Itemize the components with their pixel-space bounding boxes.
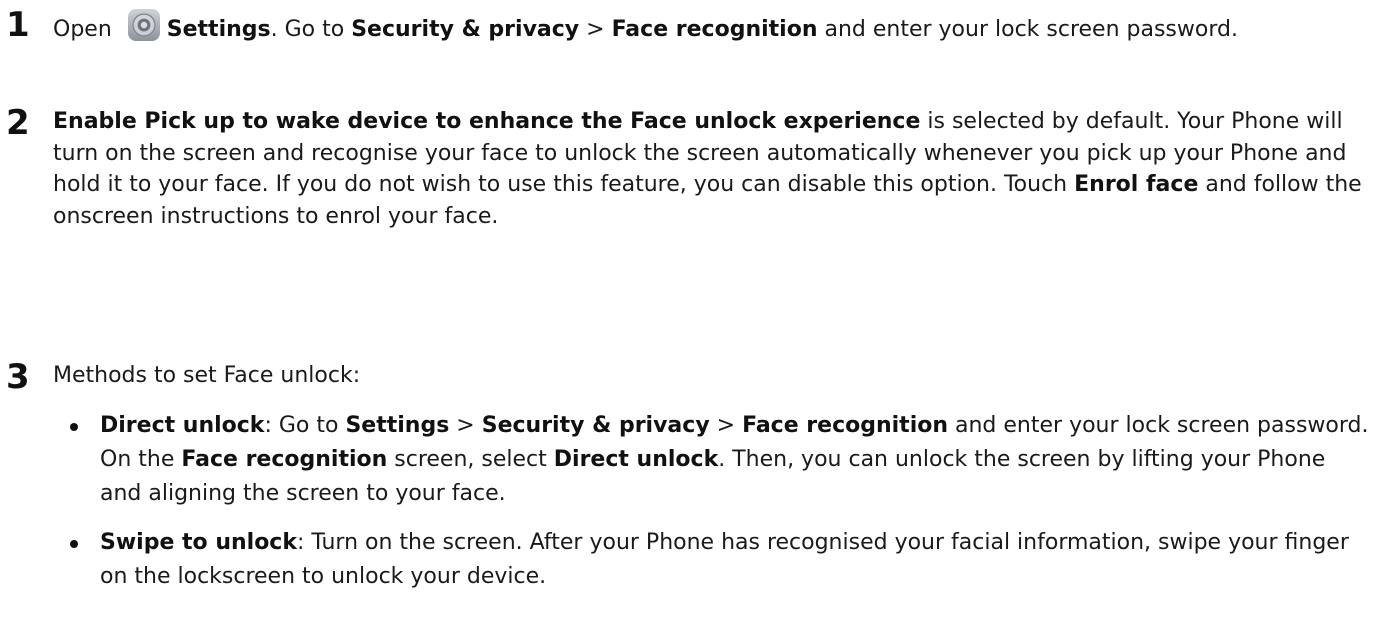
bold-term: Direct unlock [100,413,265,438]
bullet-text: Swipe to unlock: Turn on the screen. Aft… [100,526,1370,594]
step-number: 2 [6,103,30,143]
settings-icon [127,8,161,42]
step-number: 3 [6,357,30,397]
bullet-dot [70,540,78,548]
bold-term: Settings [345,413,450,438]
bold-term: Enable Pick up to wake device to enhance… [53,109,921,134]
text-run: > [449,413,482,438]
step-text: Methods to set Face unlock: [53,360,1370,392]
text-run: . Go to [270,17,352,42]
text-run: screen, select [387,447,554,472]
bullet-dot [70,423,78,431]
text-run: > [579,17,612,42]
text-run: Methods to set Face unlock: [53,363,361,388]
bold-term: Enrol face [1074,172,1199,197]
bold-term: Security & privacy [481,413,710,438]
text-run: and enter your lock screen password. [817,17,1238,42]
bold-term: Face recognition [181,447,388,472]
bold-term: Face recognition [742,413,949,438]
bullet-text: Direct unlock: Go to Settings > Security… [100,409,1370,511]
step-text: Open Settings. Go to Security & privacy … [53,8,1370,46]
text-run: : Go to [264,413,346,438]
text-run: > [709,413,743,438]
step-text: Enable Pick up to wake device to enhance… [53,106,1370,232]
bold-term: Settings [166,17,271,42]
bold-term: Security & privacy [351,17,580,42]
step-number: 1 [6,5,30,45]
text-run: Open [53,17,119,42]
bold-term: Face recognition [611,17,818,42]
bold-term: Swipe to unlock [100,530,297,555]
bold-term: Direct unlock [553,447,719,472]
